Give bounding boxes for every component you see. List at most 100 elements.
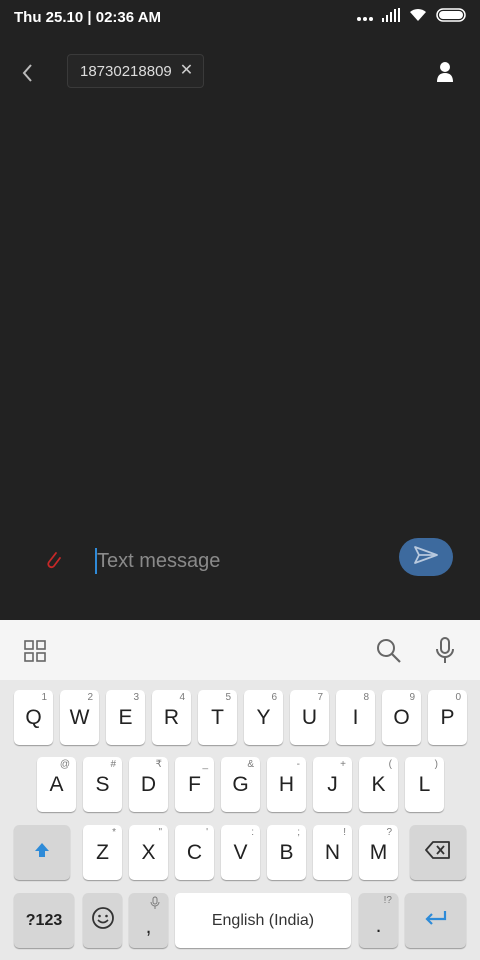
key-d[interactable]: ₹ D	[129, 757, 168, 812]
key-z[interactable]: * Z	[83, 825, 122, 880]
symbols-key-label: ?123	[25, 911, 63, 929]
key-hint: ₹	[155, 759, 162, 770]
space-key-label: English (India)	[211, 911, 315, 929]
key-b[interactable]: ; B	[267, 825, 306, 880]
key-e[interactable]: 3E	[106, 690, 145, 745]
key-label: X	[141, 840, 156, 864]
key-h[interactable]: -H	[267, 757, 306, 812]
more-dots-icon	[356, 9, 374, 27]
key-label: F	[188, 772, 201, 796]
backspace-icon	[425, 840, 451, 865]
key-hint: 9	[409, 692, 415, 703]
message-input[interactable]: Text message	[95, 546, 385, 576]
key-label: R	[163, 705, 180, 729]
key-r[interactable]: 4R	[152, 690, 191, 745]
key-c[interactable]: ' C	[175, 825, 214, 880]
key-q[interactable]: 1Q	[14, 690, 53, 745]
microphone-icon[interactable]	[434, 637, 456, 670]
grid-apps-icon[interactable]	[24, 640, 46, 667]
key-label: E	[118, 705, 133, 729]
remove-recipient-icon[interactable]: ✕	[180, 63, 193, 79]
shift-key[interactable]	[14, 825, 70, 880]
key-x[interactable]: " X	[129, 825, 168, 880]
key-g[interactable]: & G	[221, 757, 260, 812]
wifi-icon	[408, 8, 428, 27]
paperclip-icon[interactable]	[44, 550, 64, 570]
key-label: B	[279, 840, 294, 864]
key-w[interactable]: 2W	[60, 690, 99, 745]
search-icon[interactable]	[376, 638, 402, 669]
recipient-chip[interactable]: 18730218809 ✕	[67, 54, 205, 88]
key-hint: 1	[41, 692, 47, 703]
key-label: Q	[25, 705, 42, 729]
key-m[interactable]: ? M	[359, 825, 398, 880]
send-icon	[413, 545, 439, 570]
contact-icon[interactable]	[434, 60, 456, 84]
key-i[interactable]: 8I	[336, 690, 375, 745]
key-hint: #	[110, 759, 116, 770]
key-o[interactable]: 9O	[382, 690, 421, 745]
send-button[interactable]	[399, 538, 453, 576]
key-j[interactable]: + J	[313, 757, 352, 812]
key-label: D	[140, 772, 157, 796]
key-hint: 8	[363, 692, 369, 703]
key-hint: 6	[271, 692, 277, 703]
key-hint: 0	[455, 692, 461, 703]
space-key[interactable]: English (India)	[175, 893, 351, 948]
emoji-key[interactable]	[83, 893, 122, 948]
key-hint: "	[158, 827, 162, 838]
key-label: L	[418, 772, 431, 796]
key-hint: ?	[386, 827, 392, 838]
key-s[interactable]: # S	[83, 757, 122, 812]
key-label: Z	[96, 840, 109, 864]
comma-key[interactable]: ,	[129, 893, 168, 948]
period-key[interactable]: !? .	[359, 893, 398, 948]
key-hint: _	[202, 759, 208, 770]
key-hint: ;	[297, 827, 300, 838]
key-hint: 2	[87, 692, 93, 703]
back-arrow-icon[interactable]	[16, 56, 40, 86]
key-label: W	[69, 705, 90, 729]
key-hint: 5	[225, 692, 231, 703]
shift-arrow-icon	[32, 840, 52, 866]
key-hint: 4	[179, 692, 185, 703]
period-label: .	[375, 913, 382, 937]
key-f[interactable]: _ F	[175, 757, 214, 812]
backspace-key[interactable]	[410, 825, 466, 880]
keyboard: 1Q 2W 3E 4R 5T 6Y 7U 8I 9O 0P @ A # S ₹ D _…	[0, 680, 480, 960]
status-time: Thu 25.10 | 02:36 AM	[14, 9, 162, 26]
key-y[interactable]: 6Y	[244, 690, 283, 745]
key-label: O	[393, 705, 410, 729]
key-label: K	[371, 772, 386, 796]
key-label: A	[49, 772, 64, 796]
key-hint: )	[434, 759, 438, 770]
key-u[interactable]: 7U	[290, 690, 329, 745]
key-v[interactable]: :V	[221, 825, 260, 880]
key-a[interactable]: @ A	[37, 757, 76, 812]
key-t[interactable]: 5T	[198, 690, 237, 745]
key-label: P	[440, 705, 455, 729]
message-placeholder: Text message	[97, 550, 221, 572]
key-label: G	[232, 772, 249, 796]
key-p[interactable]: 0P	[428, 690, 467, 745]
key-n[interactable]: ! N	[313, 825, 352, 880]
period-hint: !?	[383, 895, 392, 906]
key-label: S	[95, 772, 110, 796]
key-label: J	[327, 772, 338, 796]
key-hint: (	[388, 759, 392, 770]
status-bar: Thu 25.10 | 02:36 AM	[0, 0, 480, 36]
key-hint: @	[59, 759, 70, 770]
compose-bar: Text message	[0, 536, 480, 586]
smiley-icon	[91, 906, 115, 936]
key-k[interactable]: (K	[359, 757, 398, 812]
comma-label: ,	[145, 914, 152, 938]
key-hint: 7	[317, 692, 323, 703]
recipient-number: 18730218809	[80, 62, 172, 80]
enter-key[interactable]	[405, 893, 466, 948]
key-hint: +	[340, 759, 346, 770]
key-l[interactable]: ) L	[405, 757, 444, 812]
key-label: N	[324, 840, 341, 864]
symbols-key[interactable]: ?123	[14, 893, 74, 948]
key-label: U	[301, 705, 318, 729]
key-hint: '	[206, 827, 208, 838]
